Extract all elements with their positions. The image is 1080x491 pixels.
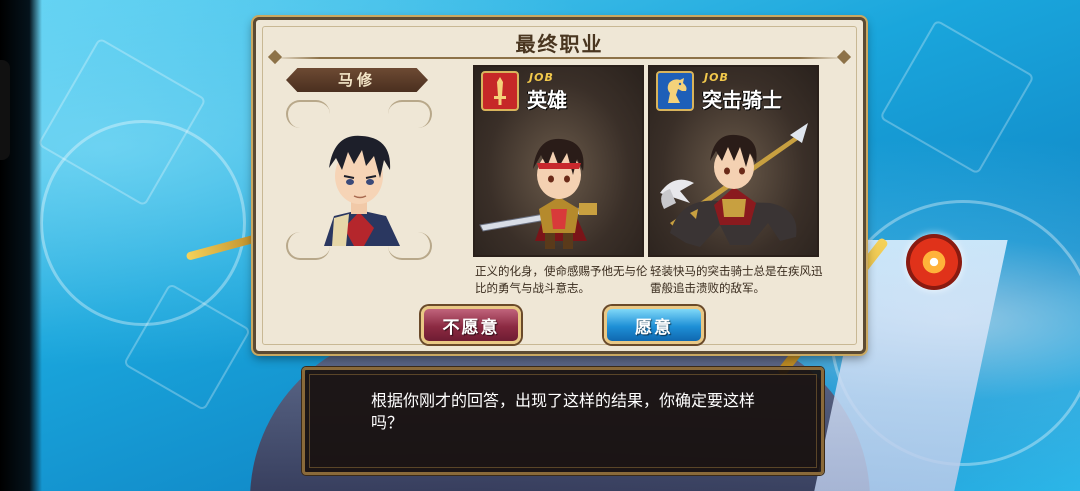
message-text: 根据你刚才的回答，出现了这样的结果，你确定要这样吗？ — [371, 391, 756, 432]
game-scene: 最终职业 马修 JOB 英雄 正义的化身，使命感赐予他无与伦比的勇气与战斗意志。… — [0, 0, 1080, 491]
horse-icon — [667, 78, 687, 103]
hero-character-art — [479, 138, 597, 249]
accept-button[interactable]: 愿意 — [604, 306, 704, 344]
assault-knight-character-art — [660, 123, 808, 247]
job-label: JOB — [529, 71, 554, 84]
decline-button[interactable]: 不愿意 — [421, 306, 521, 344]
job-card-hero[interactable]: JOB 英雄 — [473, 65, 644, 257]
job-badge — [481, 71, 519, 111]
job-description: 轻装快马的突击骑士总是在疾风迅雷般追击溃败的敌军。 — [650, 264, 823, 295]
job-label: JOB — [704, 71, 729, 84]
job-description: 正义的化身，使命感赐予他无与伦比的勇气与战斗意志。 — [475, 264, 648, 295]
light-ring-decoration — [40, 120, 246, 326]
hex-decoration — [879, 19, 1035, 175]
screen-notch — [0, 60, 10, 160]
portrait-frame — [286, 100, 432, 260]
orb-icon[interactable] — [906, 234, 962, 290]
final-job-dialog: 最终职业 马修 JOB 英雄 正义的化身，使命感赐予他无与伦比的勇气与战斗意志。… — [253, 17, 866, 354]
message-box[interactable]: 根据你刚才的回答，出现了这样的结果，你确定要这样吗？ — [302, 367, 824, 475]
dialog-title: 最终职业 — [515, 32, 604, 56]
sword-icon — [494, 77, 506, 105]
job-badge — [656, 71, 694, 111]
job-card-assault-knight[interactable]: JOB 突击骑士 — [648, 65, 819, 257]
character-portrait — [324, 135, 400, 246]
character-name-tag: 马修 — [286, 68, 428, 92]
title-divider — [274, 57, 845, 59]
job-name: 突击骑士 — [702, 88, 782, 112]
job-name: 英雄 — [527, 88, 567, 112]
